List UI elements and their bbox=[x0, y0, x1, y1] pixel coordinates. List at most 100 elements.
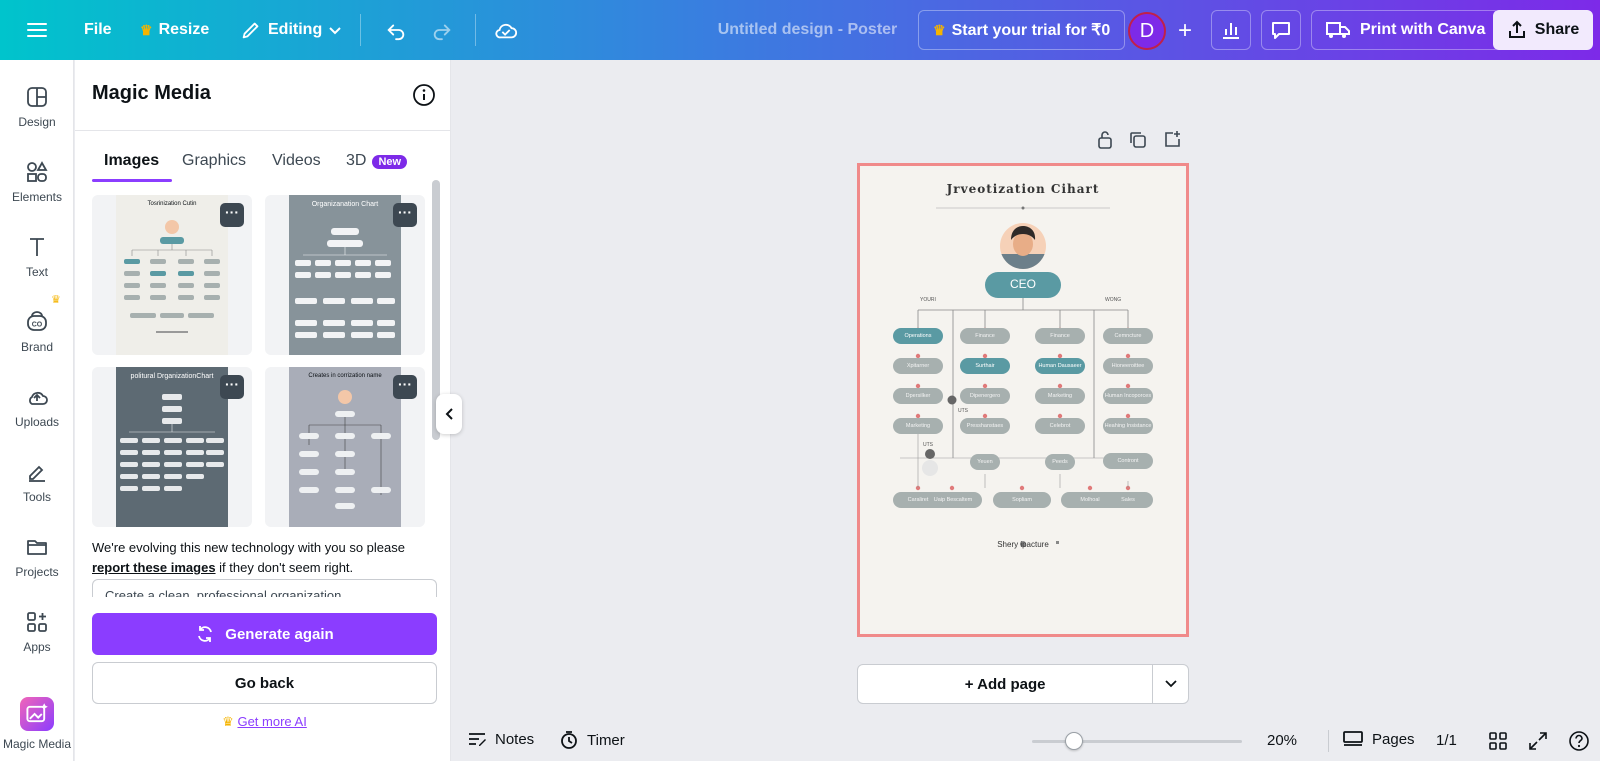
generated-image-2[interactable]: Organizanation Chart ··· bbox=[265, 195, 425, 355]
lock-icon[interactable] bbox=[1096, 130, 1114, 153]
text-icon bbox=[30, 238, 44, 256]
poster-title: Jrveotization Cihart bbox=[946, 182, 1100, 196]
rail-label: Tools bbox=[22, 490, 51, 504]
rail-label: Projects bbox=[15, 565, 59, 579]
chevron-left-icon bbox=[445, 408, 453, 420]
rail-item-brand[interactable]: ♛ CO Brand bbox=[0, 294, 74, 367]
share-button[interactable]: Share bbox=[1493, 10, 1593, 50]
help-button[interactable] bbox=[1568, 730, 1590, 752]
get-more-ai-link[interactable]: Get more AI bbox=[237, 714, 306, 729]
rail-item-text[interactable]: Text bbox=[0, 222, 74, 292]
file-label: File bbox=[84, 21, 112, 38]
rail-item-tools[interactable]: Tools bbox=[0, 447, 74, 517]
org-chart-node-label: Human Incoporces bbox=[1104, 393, 1152, 399]
timer-button[interactable]: Timer bbox=[559, 730, 625, 750]
rail-label: Design bbox=[18, 115, 56, 129]
editing-mode-button[interactable]: Editing bbox=[230, 10, 352, 50]
org-chart-node-label: Heahing Insistance bbox=[1104, 423, 1152, 429]
help-icon bbox=[1569, 731, 1589, 751]
apps-icon bbox=[27, 612, 47, 632]
add-page-control: + Add page bbox=[857, 664, 1189, 704]
add-page-menu-button[interactable] bbox=[1152, 665, 1188, 703]
image-preview: Tosrinization Cutin bbox=[116, 195, 228, 355]
info-icon[interactable] bbox=[412, 83, 436, 110]
poster-footer: Shery ipacture bbox=[997, 540, 1049, 549]
prompt-textarea[interactable]: Create a clean, professional organizatio… bbox=[92, 579, 437, 597]
org-chart-preview bbox=[295, 228, 395, 338]
rail-label: Magic Media bbox=[2, 737, 72, 751]
org-chart-node-label: Finance bbox=[975, 333, 995, 339]
rail-item-apps[interactable]: Apps bbox=[0, 597, 74, 667]
generate-again-button[interactable]: Generate again bbox=[92, 613, 437, 655]
generated-image-3[interactable]: politural DrganizationChart ··· bbox=[92, 367, 252, 527]
insights-button[interactable] bbox=[1211, 10, 1251, 50]
invite-plus-button[interactable]: + bbox=[1166, 12, 1204, 50]
save-status-button[interactable] bbox=[486, 10, 526, 50]
fullscreen-button[interactable] bbox=[1528, 731, 1548, 751]
projects-icon bbox=[27, 540, 47, 555]
org-chart-node-label: Contront bbox=[1117, 458, 1139, 464]
undo-button[interactable] bbox=[376, 10, 416, 50]
avatar[interactable]: D bbox=[1128, 12, 1166, 50]
print-with-canva-button[interactable]: Print with Canva bbox=[1311, 10, 1501, 50]
tools-icon bbox=[29, 465, 45, 482]
rail-item-elements[interactable]: Elements bbox=[0, 147, 74, 217]
org-chart-node-label: Dipenergero bbox=[969, 393, 1001, 399]
tab-3d[interactable]: 3D New bbox=[346, 152, 408, 170]
comments-button[interactable] bbox=[1261, 10, 1301, 50]
rail-item-magic-media[interactable]: Magic Media bbox=[0, 687, 74, 761]
more-options-button[interactable]: ··· bbox=[220, 375, 244, 399]
uploads-icon bbox=[29, 391, 48, 405]
more-options-button[interactable]: ··· bbox=[393, 375, 417, 399]
resize-button[interactable]: ♛ Resize bbox=[130, 10, 219, 50]
left-rail: Design Elements Text ♛ CO Brand Uploads … bbox=[0, 60, 74, 761]
crown-icon: ♛ bbox=[933, 21, 946, 38]
page-count: 1/1 bbox=[1436, 732, 1457, 749]
zoom-slider-handle[interactable] bbox=[1065, 732, 1083, 750]
zoom-value[interactable]: 20% bbox=[1267, 732, 1297, 749]
share-icon bbox=[1508, 20, 1525, 38]
rail-item-uploads[interactable]: Uploads bbox=[0, 372, 74, 442]
redo-button[interactable] bbox=[422, 10, 462, 50]
org-chart-node-label: Celebrot bbox=[1049, 423, 1071, 429]
tab-images[interactable]: Images bbox=[104, 152, 159, 170]
generated-image-4[interactable]: Creates in corrization name ··· bbox=[265, 367, 425, 527]
thumb-title: Organizanation Chart bbox=[311, 201, 379, 208]
notice-text: We're evolving this new technology with … bbox=[92, 540, 405, 555]
duplicate-icon[interactable] bbox=[1128, 130, 1148, 153]
rail-item-projects[interactable]: Projects bbox=[0, 522, 74, 592]
more-options-button[interactable]: ··· bbox=[393, 203, 417, 227]
rail-label: Elements bbox=[11, 190, 63, 204]
undo-icon bbox=[387, 24, 405, 41]
collapse-panel-button[interactable] bbox=[436, 394, 462, 434]
menu-icon[interactable] bbox=[17, 10, 57, 50]
poster-group-right: WONG bbox=[1105, 297, 1122, 303]
add-page-button[interactable]: + Add page bbox=[858, 665, 1152, 703]
file-menu-button[interactable]: File bbox=[74, 10, 122, 50]
report-images-link[interactable]: report these images bbox=[92, 560, 216, 575]
generated-image-1[interactable]: Tosrinization Cutin ··· bbox=[92, 195, 252, 355]
design-page[interactable]: Jrveotization Cihart CEO YOURI WONG UTS … bbox=[857, 163, 1189, 637]
tab-graphics[interactable]: Graphics bbox=[182, 152, 246, 170]
grid-view-button[interactable] bbox=[1488, 731, 1508, 751]
more-options-button[interactable]: ··· bbox=[220, 203, 244, 227]
divider bbox=[1328, 730, 1329, 752]
org-chart-node-label: Dpersilker bbox=[905, 393, 931, 399]
active-tab-indicator bbox=[92, 179, 172, 182]
pages-button[interactable]: Pages bbox=[1342, 730, 1415, 748]
tab-videos[interactable]: Videos bbox=[272, 152, 321, 170]
notes-button[interactable]: Notes bbox=[467, 730, 534, 748]
poster-ceo: CEO bbox=[1009, 277, 1036, 291]
org-chart-node-label: Xpitarner bbox=[906, 363, 930, 369]
pencil-icon bbox=[242, 22, 259, 39]
comment-icon bbox=[1272, 22, 1290, 39]
zoom-slider[interactable] bbox=[1032, 732, 1242, 750]
get-more-ai: ♛ Get more AI bbox=[92, 714, 437, 730]
start-trial-button[interactable]: ♛ Start your trial for ₹0 bbox=[918, 10, 1126, 50]
org-chart-node-label: Operations bbox=[904, 333, 932, 339]
rail-item-design[interactable]: Design bbox=[0, 72, 74, 142]
add-page-icon[interactable] bbox=[1162, 130, 1182, 153]
go-back-button[interactable]: Go back bbox=[92, 662, 437, 704]
org-chart-node-label: Hioneeroittee bbox=[1111, 363, 1145, 369]
document-title[interactable]: Untitled design - Poster bbox=[700, 0, 915, 60]
